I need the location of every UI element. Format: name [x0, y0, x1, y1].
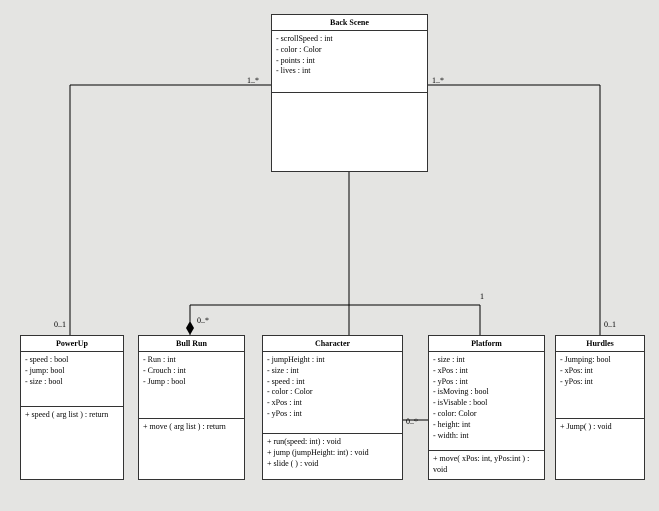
class-attributes: - Run : int - Crouch : int - Jump : bool [139, 352, 244, 419]
class-title: PowerUp [21, 336, 123, 352]
class-title: Bull Run [139, 336, 244, 352]
multiplicity-char-plat: 0..* [406, 417, 418, 426]
class-attributes: - Jumping: bool - xPos: int - yPos: int [556, 352, 644, 419]
class-powerup: PowerUp - speed : bool - jump: bool - si… [20, 335, 124, 480]
class-back-scene: Back Scene - scrollSpeed : int - color :… [271, 14, 428, 172]
multiplicity-hurdles: 0..1 [604, 320, 616, 329]
class-attributes: - speed : bool - jump: bool - size : boo… [21, 352, 123, 407]
multiplicity-powerup: 0..1 [54, 320, 66, 329]
class-operations [272, 93, 427, 99]
class-title: Platform [429, 336, 544, 352]
multiplicity-character: 1 [480, 292, 484, 301]
class-operations: + move( xPos: int, yPos:int ) : void [429, 451, 544, 479]
class-title: Back Scene [272, 15, 427, 31]
class-operations: + run(speed: int) : void + jump (jumpHei… [263, 434, 402, 472]
class-operations: + move ( arg list ) : return [139, 419, 244, 436]
class-character: Character - jumpHeight : int - size : in… [262, 335, 403, 480]
class-title: Hurdles [556, 336, 644, 352]
class-operations: + Jump( ) : void [556, 419, 644, 436]
class-bull-run: Bull Run - Run : int - Crouch : int - Ju… [138, 335, 245, 480]
class-hurdles: Hurdles - Jumping: bool - xPos: int - yP… [555, 335, 645, 480]
class-attributes: - jumpHeight : int - size : int - speed … [263, 352, 402, 434]
multiplicity-bs-right: 1..* [432, 76, 444, 85]
class-operations: + speed ( arg list ) : return [21, 407, 123, 424]
class-platform: Platform - size : int - xPos : int - yPo… [428, 335, 545, 480]
multiplicity-bs-left: 1..* [247, 76, 259, 85]
multiplicity-bullrun: 0..* [197, 316, 209, 325]
class-attributes: - scrollSpeed : int - color : Color - po… [272, 31, 427, 93]
class-attributes: - size : int - xPos : int - yPos : int -… [429, 352, 544, 451]
class-title: Character [263, 336, 402, 352]
